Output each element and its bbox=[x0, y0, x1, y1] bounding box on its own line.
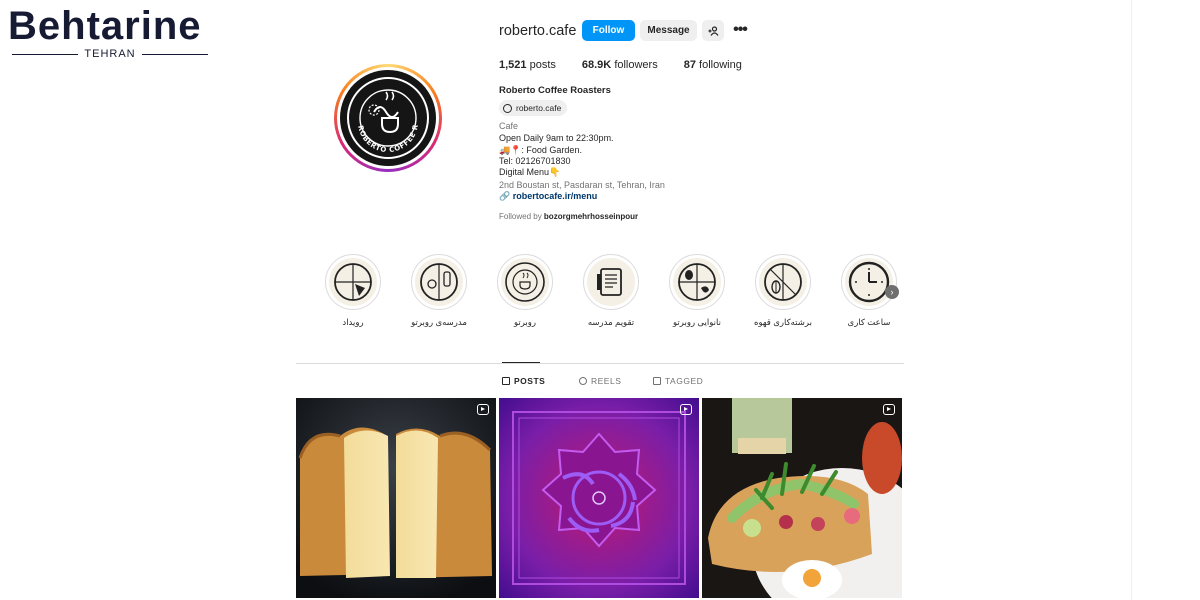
watermark-brand: Behtarine bbox=[8, 4, 202, 48]
clock-icon bbox=[845, 258, 893, 306]
bio-line: Digital Menu👇 bbox=[499, 167, 561, 177]
stat-label: following bbox=[699, 59, 742, 71]
highlight-cover bbox=[673, 258, 721, 306]
watermark-city: TEHRAN bbox=[84, 48, 136, 60]
highlight-label: مدرسه‌ی روبرتو bbox=[411, 317, 467, 327]
bio-link[interactable]: 🔗 robertocafe.ir/menu bbox=[499, 191, 597, 203]
followed-by[interactable]: Followed by bozorgmehrhosseinpour bbox=[499, 212, 638, 221]
bio-category: Cafe bbox=[499, 121, 519, 131]
follow-button[interactable]: Follow bbox=[582, 20, 635, 41]
grid-icon bbox=[502, 377, 510, 385]
reel-icon bbox=[477, 404, 489, 415]
bio-line: 🚚📍: Food Garden. bbox=[499, 145, 582, 155]
tab-posts[interactable]: POSTS bbox=[502, 376, 545, 386]
followed-by-user: bozorgmehrhosseinpour bbox=[543, 212, 639, 221]
link-icon: 🔗 bbox=[499, 191, 513, 201]
highlight-label: رویداد bbox=[342, 317, 364, 327]
highlight-item[interactable]: نانوایی روبرتو bbox=[669, 254, 725, 327]
profile-avatar[interactable]: ROBERTO COFFEE ROASTERS bbox=[334, 64, 442, 172]
threads-icon bbox=[503, 103, 512, 113]
divider bbox=[141, 53, 209, 55]
highlight-label: نانوایی روبرتو bbox=[673, 317, 721, 327]
stat-followers[interactable]: 68.9K followers bbox=[582, 59, 658, 71]
avatar-logo: ROBERTO COFFEE ROASTERS bbox=[340, 70, 436, 166]
divider bbox=[296, 363, 904, 364]
highlight-item[interactable]: ساعت کاری bbox=[841, 254, 897, 327]
active-tab-indicator bbox=[502, 362, 540, 363]
bio-line: Tel: 02126701830 bbox=[499, 156, 571, 166]
post-thumbnail[interactable] bbox=[499, 398, 699, 598]
tab-label: REELS bbox=[591, 376, 622, 386]
highlight-item[interactable]: روبرتو bbox=[497, 254, 553, 327]
stat-value: 1,521 bbox=[499, 59, 527, 71]
reel-icon bbox=[883, 404, 895, 415]
post-thumbnail[interactable] bbox=[296, 398, 496, 598]
threads-badge[interactable]: roberto.cafe bbox=[499, 100, 568, 116]
chevron-right-icon[interactable]: › bbox=[885, 285, 899, 299]
stat-posts[interactable]: 1,521 posts bbox=[499, 59, 556, 71]
highlight-label: روبرتو bbox=[513, 317, 537, 327]
highlight-cover bbox=[415, 258, 463, 306]
profile-stats: 1,521 posts 68.9K followers 87 following bbox=[499, 59, 768, 71]
tab-reels[interactable]: REELS bbox=[579, 376, 621, 386]
person-plus-icon bbox=[708, 25, 718, 36]
bio-line: Open Daily 9am to 22:30pm. bbox=[499, 133, 614, 143]
bio-address[interactable]: 2nd Boustan st, Pasdaran st, Tehran, Ira… bbox=[499, 180, 665, 192]
stat-following[interactable]: 87 following bbox=[684, 59, 742, 71]
followed-by-prefix: Followed by bbox=[499, 212, 542, 221]
highlight-cover bbox=[759, 258, 807, 306]
tab-label: POSTS bbox=[514, 376, 546, 386]
highlight-item[interactable]: رویداد bbox=[325, 254, 381, 327]
pattern-image bbox=[499, 398, 699, 598]
more-icon[interactable]: ••• bbox=[731, 21, 749, 38]
bio-link-text: robertocafe.ir/menu bbox=[512, 191, 598, 201]
tab-label: TAGGED bbox=[665, 376, 704, 386]
tab-tagged[interactable]: TAGGED bbox=[653, 376, 703, 386]
tag-icon bbox=[653, 377, 661, 385]
toast-image bbox=[702, 398, 902, 598]
divider bbox=[12, 53, 79, 55]
highlight-item[interactable]: تقویم مدرسه bbox=[583, 254, 639, 327]
highlight-item[interactable]: مدرسه‌ی روبرتو bbox=[411, 254, 467, 327]
display-name: Roberto Coffee Roasters bbox=[499, 85, 611, 96]
highlight-cover bbox=[329, 258, 377, 306]
highlight-cover bbox=[587, 258, 635, 306]
highlight-label: ساعت کاری bbox=[847, 317, 891, 327]
post-thumbnail[interactable] bbox=[702, 398, 902, 598]
highlight-label: برشته‌کاری قهوه bbox=[754, 317, 812, 327]
threads-handle: roberto.cafe bbox=[516, 103, 562, 113]
reels-icon bbox=[579, 377, 587, 385]
stat-value: 87 bbox=[683, 59, 696, 71]
suggest-user-button[interactable] bbox=[702, 20, 724, 41]
bread-image bbox=[296, 398, 496, 598]
highlight-cover bbox=[501, 258, 549, 306]
page-divider bbox=[1131, 0, 1132, 600]
stat-value: 68.9K bbox=[581, 59, 612, 71]
stat-label: posts bbox=[529, 59, 556, 71]
highlight-label: تقویم مدرسه bbox=[587, 317, 635, 327]
profile-username: roberto.cafe bbox=[499, 23, 577, 39]
reel-icon bbox=[680, 404, 692, 415]
message-button[interactable]: Message bbox=[640, 20, 697, 41]
stat-label: followers bbox=[614, 59, 658, 71]
highlight-item[interactable]: برشته‌کاری قهوه bbox=[754, 254, 812, 327]
watermark-logo: Behtarine TEHRAN bbox=[8, 4, 214, 62]
